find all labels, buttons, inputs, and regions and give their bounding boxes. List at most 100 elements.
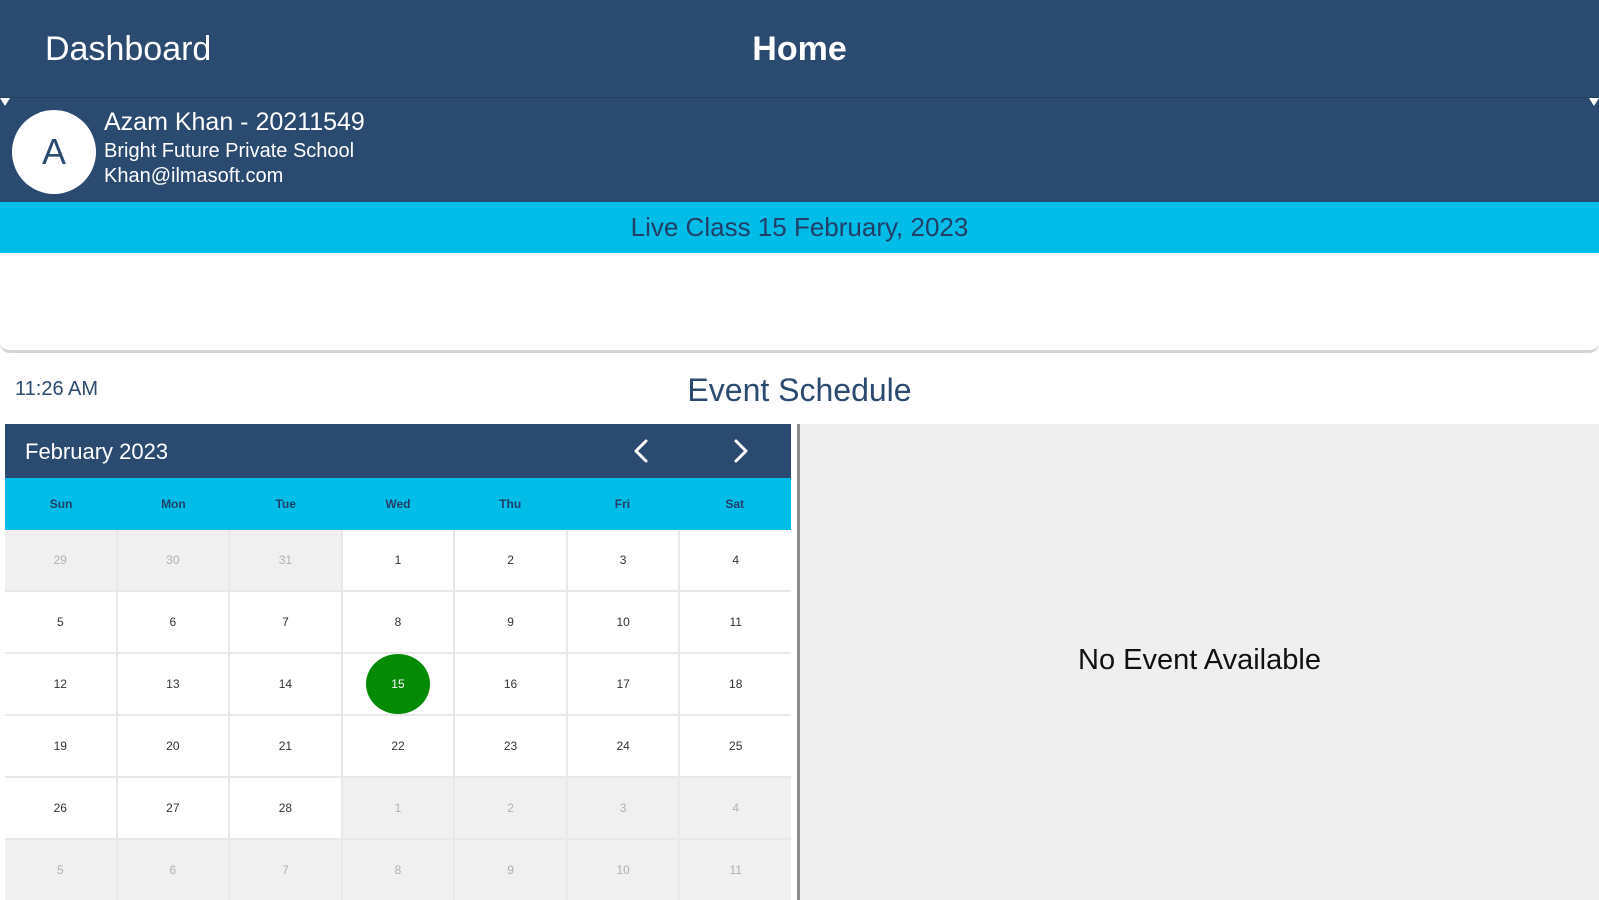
next-month-button[interactable] [722, 433, 758, 469]
calendar-day-number: 14 [278, 677, 293, 691]
calendar-day[interactable]: 8 [342, 840, 454, 900]
calendar-day[interactable]: 30 [117, 530, 229, 590]
calendar-day[interactable]: 17 [567, 654, 679, 714]
calendar-day[interactable]: 31 [230, 530, 341, 590]
calendar-day-number: 29 [53, 553, 67, 567]
calendar-day[interactable]: 11 [680, 840, 791, 900]
calendar-day[interactable]: 18 [680, 654, 791, 714]
calendar-day[interactable]: 9 [455, 592, 566, 652]
calendar-day-number: 4 [732, 801, 740, 815]
event-schedule-title: Event Schedule [687, 372, 912, 408]
calendar-day[interactable]: 6 [117, 840, 229, 900]
calendar-day-number: 21 [278, 739, 293, 753]
calendar-header: February 2023 [5, 424, 791, 478]
calendar-day[interactable]: 20 [117, 716, 229, 776]
calendar-day[interactable]: 2 [455, 530, 566, 590]
top-bar: Dashboard Home [0, 0, 1599, 97]
app: Dashboard Home A Azam Khan - 20211549 Br… [0, 0, 1599, 900]
calendar-day[interactable]: 3 [567, 530, 679, 590]
prev-month-button[interactable] [624, 433, 660, 469]
calendar-day-number: 5 [56, 863, 64, 877]
profile-school: Bright Future Private School [104, 140, 355, 162]
calendar-day[interactable]: 4 [680, 778, 791, 838]
avatar[interactable]: A [12, 110, 96, 194]
calendar-day-number: 7 [282, 615, 289, 629]
calendar-month-label: February 2023 [25, 439, 169, 464]
calendar-day[interactable]: 27 [117, 778, 229, 838]
calendar-day[interactable]: 25 [680, 716, 791, 776]
calendar-day-number: 17 [616, 677, 630, 691]
calendar-day-number: 28 [278, 801, 293, 815]
calendar-day-number: 5 [56, 615, 64, 629]
calendar-day-number: 3 [619, 801, 627, 815]
calendar-day[interactable]: 13 [117, 654, 229, 714]
calendar-day[interactable]: 11 [680, 592, 791, 652]
calendar-day[interactable]: 21 [230, 716, 341, 776]
calendar-day[interactable]: 23 [455, 716, 566, 776]
calendar-day-number: 22 [391, 739, 405, 753]
calendar-day[interactable]: 22 [342, 716, 454, 776]
calendar-day-number: 10 [616, 615, 630, 629]
weekday-sun: Sun [49, 497, 73, 511]
weekday-fri: Fri [614, 497, 631, 511]
corner-marker-right [1589, 98, 1599, 106]
profile-email: Khan@ilmasoft.com [104, 165, 284, 187]
calendar-day-number: 6 [169, 615, 177, 629]
calendar-day[interactable]: 7 [230, 840, 341, 900]
calendar-day[interactable]: 4 [680, 530, 791, 590]
calendar-day-number: 12 [53, 677, 67, 691]
calendar-day[interactable]: 6 [117, 592, 229, 652]
calendar-day-number: 11 [729, 863, 742, 877]
calendar-day[interactable]: 8 [342, 592, 454, 652]
calendar-day-number: 25 [729, 739, 743, 753]
weekday-row: Sun Mon Tue Wed Thu Fri Sat [5, 478, 791, 530]
weekday-tue: Tue [275, 497, 296, 511]
calendar-day-selected[interactable]: 15 [342, 654, 454, 714]
calendar-day-number: 1 [394, 801, 402, 815]
calendar-day-number: 11 [729, 615, 742, 629]
chevron-right-icon [734, 439, 748, 463]
calendar-day[interactable]: 29 [5, 530, 116, 590]
calendar-day-number: 20 [166, 739, 180, 753]
no-event-message: No Event Available [1078, 644, 1321, 676]
calendar-day[interactable]: 1 [342, 530, 454, 590]
calendar-day-number: 26 [53, 801, 67, 815]
calendar-day-number: 8 [394, 615, 402, 629]
calendar-day-number: 23 [503, 739, 518, 753]
calendar-day-number: 13 [166, 677, 180, 691]
event-list-panel: No Event Available [800, 424, 1599, 900]
calendar-day[interactable]: 12 [5, 654, 116, 714]
calendar-day[interactable]: 7 [230, 592, 341, 652]
calendar-day[interactable]: 24 [567, 716, 679, 776]
calendar-day[interactable]: 16 [455, 654, 566, 714]
calendar: February 2023 Sun Mon Tue Wed Thu Fri Sa… [5, 424, 791, 900]
calendar-day[interactable]: 26 [5, 778, 116, 838]
calendar-day[interactable]: 2 [455, 778, 566, 838]
calendar-day[interactable]: 14 [230, 654, 341, 714]
calendar-day[interactable]: 9 [455, 840, 566, 900]
calendar-day[interactable]: 5 [5, 592, 116, 652]
calendar-day-number: 9 [507, 615, 514, 629]
calendar-day[interactable]: 3 [567, 778, 679, 838]
calendar-day[interactable]: 10 [567, 840, 679, 900]
live-class-panel [0, 253, 1599, 353]
weekday-wed: Wed [385, 497, 411, 511]
corner-marker-left [0, 98, 10, 106]
calendar-day-number: 30 [166, 553, 180, 567]
calendar-day-number: 15 [365, 654, 430, 714]
calendar-day[interactable]: 19 [5, 716, 116, 776]
calendar-day-number: 31 [278, 553, 293, 567]
calendar-day-number: 8 [394, 863, 402, 877]
calendar-grid: 29 30 31 1 2 3 4 5 6 7 8 9 10 11 12 13 14 15 16 17 18 19 20 21 2… [5, 530, 791, 900]
calendar-day-number: 4 [732, 553, 740, 567]
calendar-day[interactable]: 5 [5, 840, 116, 900]
calendar-day-number: 7 [282, 863, 289, 877]
calendar-day-number: 10 [616, 863, 630, 877]
calendar-day[interactable]: 1 [342, 778, 454, 838]
profile-name: Azam Khan - 20211549 [104, 108, 365, 136]
calendar-day-number: 6 [169, 863, 177, 877]
calendar-day[interactable]: 28 [230, 778, 341, 838]
weekday-thu: Thu [499, 497, 522, 511]
live-class-banner[interactable]: Live Class 15 February, 2023 [0, 202, 1599, 253]
calendar-day[interactable]: 10 [567, 592, 679, 652]
